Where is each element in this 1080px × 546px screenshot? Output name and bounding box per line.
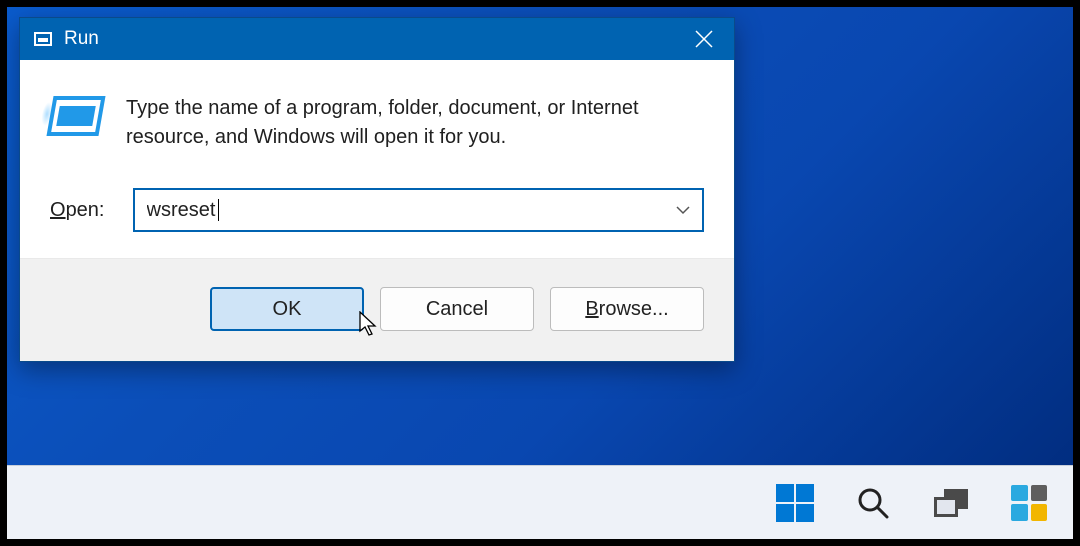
run-dialog: Run Type the name of a program, folder, … (19, 17, 735, 362)
search-button[interactable] (851, 481, 895, 525)
button-bar: OK Cancel Browse... (20, 258, 734, 361)
window-title: Run (64, 28, 99, 50)
titlebar[interactable]: Run (20, 18, 734, 60)
text-caret (218, 199, 219, 221)
dialog-description: Type the name of a program, folder, docu… (126, 94, 704, 152)
open-label: Open: (50, 199, 105, 222)
browse-button[interactable]: Browse... (550, 287, 704, 331)
task-view-button[interactable] (929, 481, 973, 525)
open-combobox[interactable] (133, 188, 705, 232)
run-program-icon (50, 96, 102, 136)
widgets-button[interactable] (1007, 481, 1051, 525)
run-titlebar-icon (34, 32, 52, 46)
start-button[interactable] (773, 481, 817, 525)
cancel-button[interactable]: Cancel (380, 287, 534, 331)
close-button[interactable] (674, 18, 734, 60)
search-icon (856, 486, 890, 520)
close-icon (695, 30, 713, 48)
dialog-body: Type the name of a program, folder, docu… (20, 60, 734, 258)
start-icon (776, 484, 814, 522)
desktop-background: Run Type the name of a program, folder, … (5, 5, 1075, 541)
task-view-icon (934, 489, 968, 517)
taskbar[interactable] (7, 465, 1073, 539)
ok-button[interactable]: OK (210, 287, 364, 331)
widgets-icon (1011, 485, 1047, 521)
mouse-cursor-icon (359, 311, 379, 337)
